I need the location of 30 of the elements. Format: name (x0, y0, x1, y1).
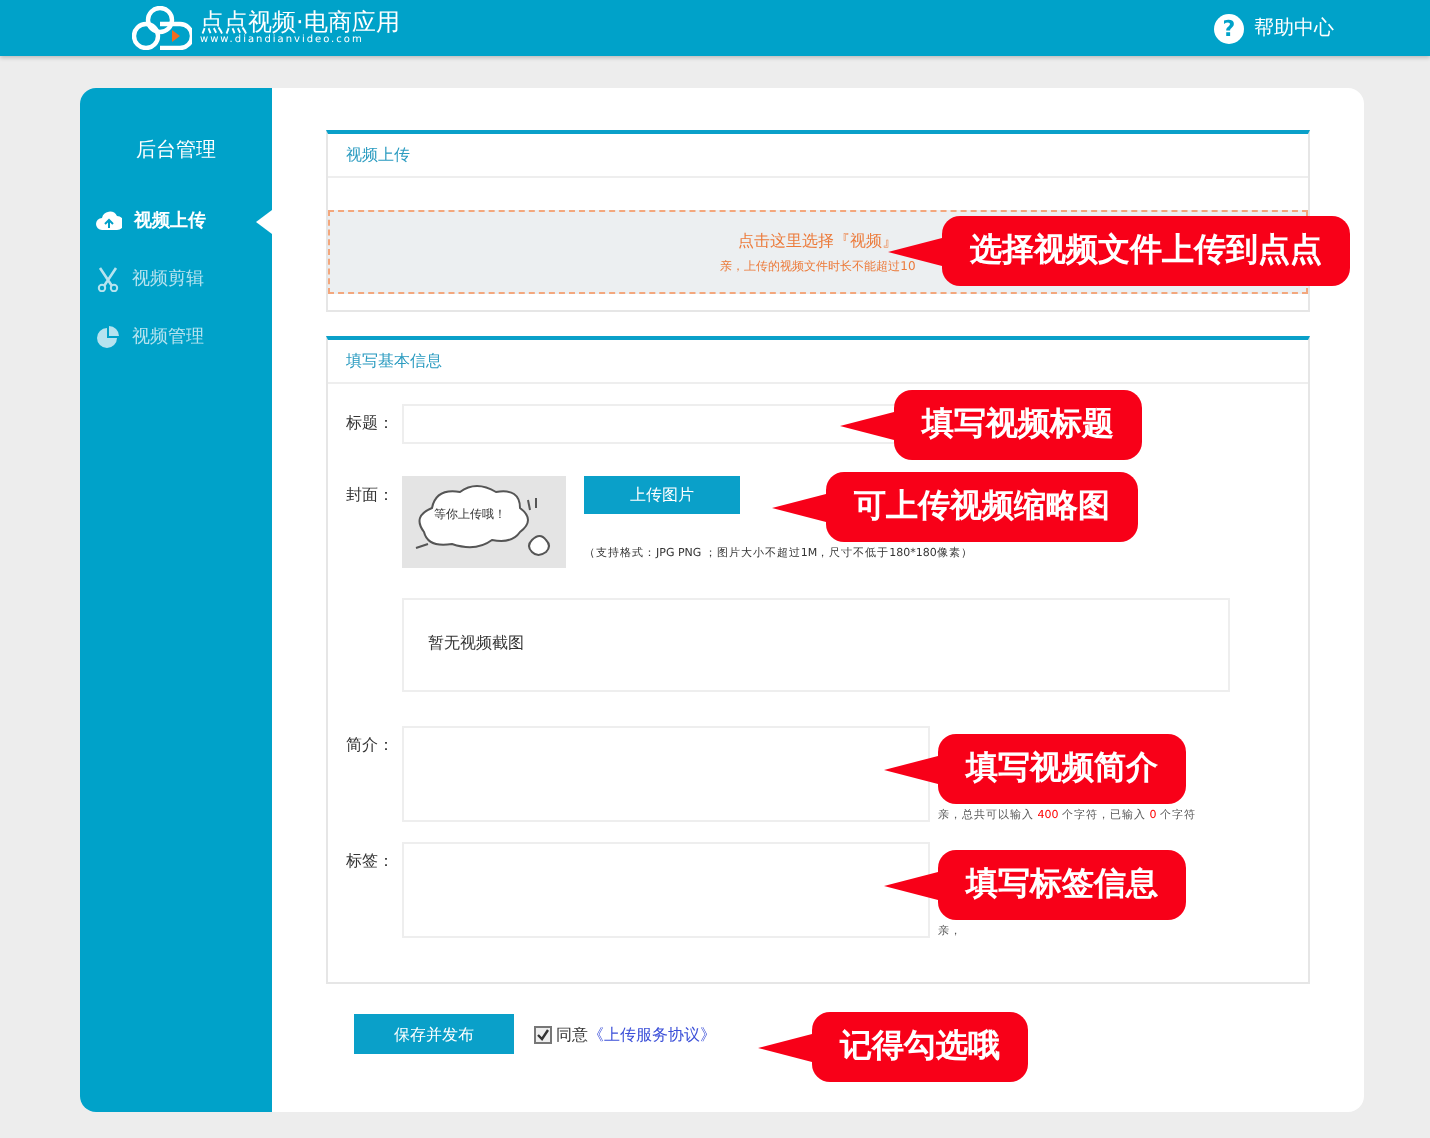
help-link[interactable]: 帮助中心 (1254, 14, 1334, 42)
upload-prompt: 点击这里选择『视频』 (738, 229, 898, 251)
agreement-link[interactable]: 《上传服务协议》 (588, 1023, 716, 1045)
pointer-icon (256, 210, 272, 234)
callout-tooltip: 填写视频标题 (840, 390, 1142, 460)
field-label: 简介： (346, 734, 396, 758)
field-label: 标题： (346, 412, 396, 436)
screenshot-empty-text: 暂无视频截图 (428, 634, 524, 652)
field-label: 标签： (346, 850, 396, 874)
sidebar-title: 后台管理 (134, 137, 218, 164)
scissors-icon (96, 266, 120, 292)
upload-image-button[interactable]: 上传图片 (584, 476, 740, 514)
sidebar-item[interactable]: 视频上传 (80, 192, 272, 250)
field-label: 封面： (346, 484, 396, 508)
agree-checkbox[interactable] (534, 1025, 552, 1043)
help-icon[interactable]: ? (1214, 13, 1244, 43)
panel-title: 填写基本信息 (328, 340, 1308, 384)
panel-title: 视频上传 (328, 134, 1308, 178)
callout-tooltip: 记得勾选哦 (758, 1012, 1028, 1082)
cloud-icon (96, 210, 122, 232)
save-publish-button[interactable]: 保存并发布 (354, 1014, 514, 1054)
callout-tooltip: 填写视频简介 (884, 734, 1186, 804)
logo-title: 点点视频·电商应用 (200, 10, 400, 34)
logo-icon (132, 6, 192, 50)
callout-tooltip: 可上传视频缩略图 (772, 472, 1138, 542)
sidebar-item[interactable]: 视频剪辑 (80, 250, 272, 308)
agree-label: 同意 (556, 1023, 588, 1045)
pie-chart-icon (96, 325, 120, 349)
sidebar-item[interactable]: 视频管理 (80, 308, 272, 366)
callout-tooltip: 填写标签信息 (884, 850, 1186, 920)
